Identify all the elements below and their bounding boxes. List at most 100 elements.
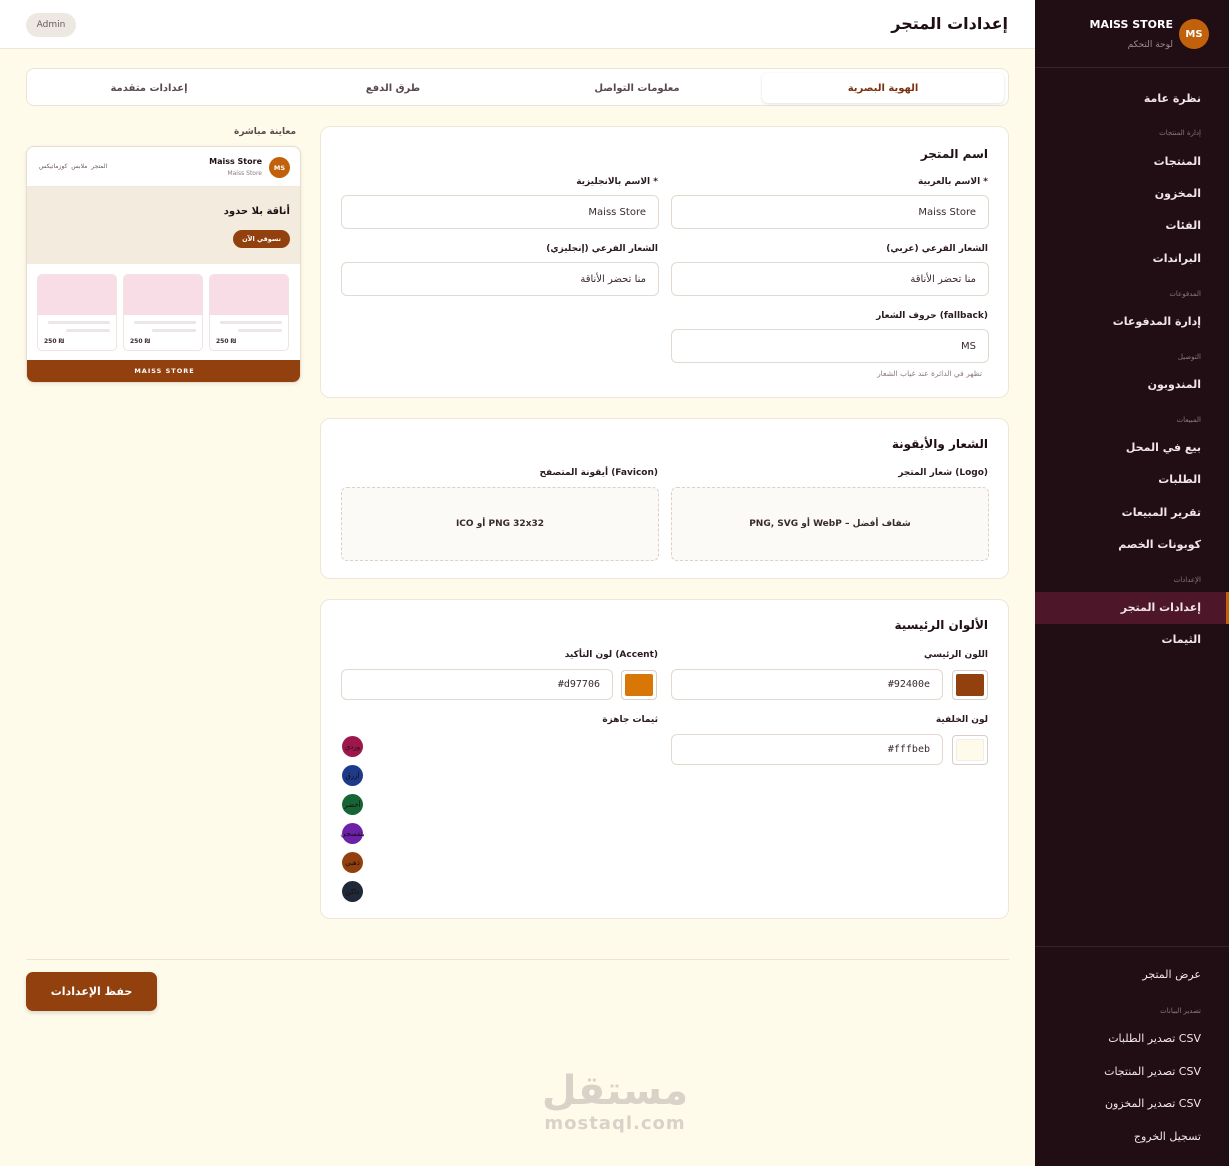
sidebar-section-sales: المبيعات (1176, 416, 1201, 424)
sidebar-item-export-inventory[interactable]: تصدير المخزون CSV (1035, 1088, 1229, 1120)
favicon-label: أيقونة المتصفح (Favicon) (539, 468, 659, 478)
accent-color-input[interactable]: #d97706 (341, 669, 613, 700)
logo-card: الشعار والأيقونة شعار المتجر (Logo) PNG,… (320, 418, 1009, 579)
preview-product-image (210, 275, 288, 315)
tagline-en-label: الشعار الفرعي (إنجليزي) (546, 244, 658, 254)
preview-product-line (220, 321, 282, 324)
page-title: إعدادات المتجر (891, 14, 1008, 33)
sidebar-section-payments: المدفوعات (1169, 290, 1201, 298)
favicon-upload-dropzone[interactable]: ICO أو PNG 32x32 (341, 487, 659, 561)
tab-visual-identity[interactable]: الهوية البصرية (762, 73, 1004, 103)
preset-theme-pink[interactable]: وردي (342, 736, 363, 757)
preview-product-card: 250 ₪ (209, 274, 289, 351)
role-badge[interactable]: Admin (26, 13, 76, 37)
preview-product-line (48, 321, 110, 324)
watermark-arabic: مستقل (541, 1068, 689, 1114)
brand-logo: MS (1179, 19, 1209, 49)
preset-theme-purple[interactable]: بنفسجي (340, 823, 365, 844)
tab-advanced-settings[interactable]: إعدادات متقدمة (28, 73, 270, 103)
top-bar: إعدادات المتجر Admin (0, 0, 1035, 49)
watermark-latin: mostaql.com (544, 1113, 686, 1134)
initials-hint: تظهر في الدائرة عند غياب الشعار (877, 369, 982, 378)
colors-card: الألوان الرئيسية اللون الرئيسي #92400e ل… (320, 599, 1009, 919)
initials-label: حروف الشعار (fallback) (876, 311, 988, 321)
sidebar-section-export: تصدير البيانات (1160, 1007, 1201, 1015)
tab-contact-info[interactable]: معلومات التواصل (516, 73, 758, 103)
sidebar-item-pos[interactable]: بيع في المحل (1035, 432, 1229, 464)
sidebar-item-categories[interactable]: الفئات (1035, 210, 1229, 242)
primary-color-fill (956, 674, 984, 696)
sidebar-item-view-store[interactable]: عرض المتجر (1035, 959, 1229, 991)
background-color-input[interactable]: #fffbeb (671, 734, 943, 765)
brand-subtitle: لوحة التحكم (1127, 40, 1173, 50)
store-name-card: اسم المتجر الاسم بالعربية * Maiss Store … (320, 126, 1009, 398)
name-ar-input[interactable]: Maiss Store (671, 195, 989, 229)
preview-product-image (124, 275, 202, 315)
sidebar-item-brands[interactable]: البراندات (1035, 243, 1229, 275)
preview-store-sub: Maiss Store (227, 170, 262, 177)
accent-color-label: لون التأكيد (Accent) (564, 650, 658, 660)
name-en-input[interactable]: Maiss Store (341, 195, 659, 229)
store-name-card-title: اسم المتجر (920, 147, 988, 161)
preview-hero-button: تسوقي الآن (233, 230, 290, 248)
sidebar-item-themes[interactable]: الثيمات (1035, 624, 1229, 656)
sidebar-item-payments[interactable]: إدارة المدفوعات (1035, 306, 1229, 338)
preview-product-line (238, 329, 282, 332)
accent-color-fill (625, 674, 653, 696)
sidebar-item-logout[interactable]: تسجيل الخروج (1035, 1121, 1229, 1153)
preview-header: MS Maiss Store Maiss Store المتجر ملابس … (27, 147, 300, 187)
preset-theme-blue[interactable]: أزرق (342, 765, 363, 786)
sidebar-brand: MS MAISS STORE لوحة التحكم (1035, 0, 1229, 68)
preview-store-name: Maiss Store (209, 157, 262, 166)
preview-hero-title: أناقة بلا حدود (223, 206, 290, 217)
save-settings-button[interactable]: حفظ الإعدادات (26, 972, 157, 1011)
sidebar-section-settings: الإعدادات (1173, 576, 1201, 584)
sidebar-item-overview[interactable]: نظرة عامة (1035, 83, 1229, 115)
tagline-ar-input[interactable]: منا تحضر الأناقة (671, 262, 989, 296)
preview-product-line (134, 321, 196, 324)
background-color-swatch[interactable] (952, 735, 988, 765)
name-en-label: الاسم بالانجليزية * (576, 177, 658, 187)
initials-input[interactable]: MS (671, 329, 989, 363)
logo-upload-dropzone[interactable]: PNG, SVG أو WebP – شفاف أفضل (671, 487, 989, 561)
colors-card-title: الألوان الرئيسية (894, 618, 989, 632)
preset-themes-label: ثيمات جاهزة (602, 715, 658, 725)
tab-payment-methods[interactable]: طرق الدفع (272, 73, 514, 103)
preview-footer: MAISS STORE (27, 360, 300, 382)
primary-color-swatch[interactable] (952, 670, 988, 700)
preview-product-card: 250 ₪ (123, 274, 203, 351)
watermark: مستقل mostaql.com (540, 1068, 690, 1134)
logo-card-title: الشعار والأيقونة (891, 437, 988, 451)
preview-hero: أناقة بلا حدود تسوقي الآن (27, 187, 300, 264)
tagline-en-input[interactable]: منا تحضر الأناقة (341, 262, 659, 296)
preview-product-price: 250 ₪ (44, 338, 65, 345)
accent-color-swatch[interactable] (621, 670, 657, 700)
preset-theme-green[interactable]: أخضر (342, 794, 363, 815)
sidebar-section-products: إدارة المنتجات (1159, 129, 1201, 137)
preview-product-price: 250 ₪ (216, 338, 237, 345)
sidebar-item-sales-report[interactable]: تقرير المبيعات (1035, 497, 1229, 529)
sidebar-item-orders[interactable]: الطلبات (1035, 464, 1229, 496)
settings-tabs: الهوية البصرية معلومات التواصل طرق الدفع… (26, 68, 1009, 106)
live-preview: MS Maiss Store Maiss Store المتجر ملابس … (26, 146, 301, 383)
live-preview-label: معاينة مباشرة (234, 127, 297, 137)
primary-color-input[interactable]: #92400e (671, 669, 943, 700)
background-color-fill (956, 739, 984, 761)
tagline-ar-label: الشعار الفرعي (عربي) (886, 244, 988, 254)
preview-product-price: 250 ₪ (130, 338, 151, 345)
preview-product-line (152, 329, 196, 332)
sidebar-item-products[interactable]: المنتجات (1035, 146, 1229, 178)
name-ar-label: الاسم بالعربية * (918, 177, 988, 187)
preview-product-line (66, 329, 110, 332)
sidebar-item-inventory[interactable]: المخزون (1035, 178, 1229, 210)
logo-label: شعار المتجر (Logo) (898, 468, 988, 478)
sidebar-item-export-products[interactable]: تصدير المنتجات CSV (1035, 1056, 1229, 1088)
brand-name: MAISS STORE (1089, 18, 1174, 31)
sidebar-item-agents[interactable]: المندوبون (1035, 369, 1229, 401)
preset-theme-gold[interactable]: ذهبي (342, 852, 363, 873)
sidebar-item-store-settings[interactable]: إعدادات المتجر (1035, 592, 1229, 624)
primary-color-label: اللون الرئيسي (924, 650, 988, 660)
sidebar-item-export-orders[interactable]: تصدير الطلبات CSV (1035, 1023, 1229, 1055)
preset-theme-dark[interactable]: داكن (342, 881, 363, 902)
sidebar-item-coupons[interactable]: كوبونات الخصم (1035, 529, 1229, 561)
